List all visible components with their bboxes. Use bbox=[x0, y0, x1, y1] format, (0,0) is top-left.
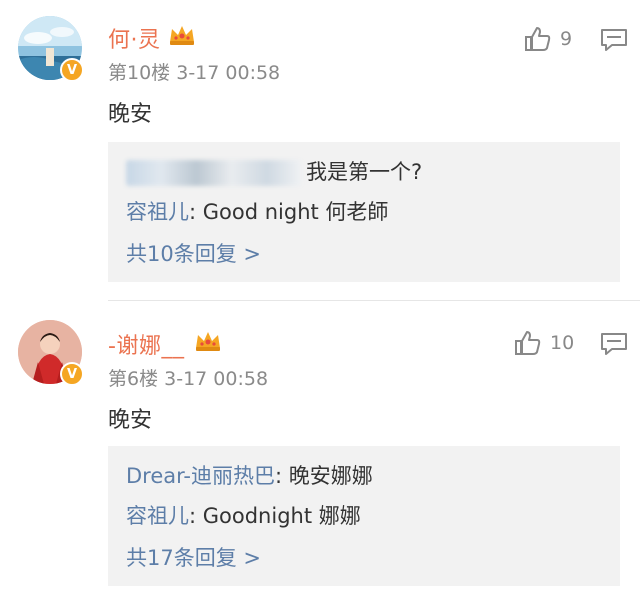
reply-box[interactable]: Drear-迪丽热巴: 晚安娜娜 容祖儿: Goodnight 娜娜 共17条回… bbox=[108, 446, 620, 586]
comment-item: V 何·灵 第10楼 3-17 00:58 9 晚安 我是第一个? 容祖儿: G… bbox=[0, 0, 640, 300]
reply-item: 我是第一个? bbox=[126, 156, 422, 186]
like-button[interactable]: 9 bbox=[524, 26, 572, 52]
comment-icon[interactable] bbox=[600, 28, 628, 52]
reply-box[interactable]: 我是第一个? 容祖儿: Good night 何老師 共10条回复 > bbox=[108, 142, 620, 282]
like-button[interactable]: 10 bbox=[514, 330, 574, 356]
timestamp: 3-17 00:58 bbox=[164, 368, 269, 390]
more-replies-link[interactable]: 共10条回复 > bbox=[126, 238, 261, 268]
like-count: 9 bbox=[560, 28, 573, 50]
reply-author[interactable]: Drear-迪丽热巴 bbox=[126, 464, 275, 488]
verified-badge-icon: V bbox=[60, 362, 84, 386]
comment-meta: 第6楼 3-17 00:58 bbox=[108, 364, 268, 391]
crown-icon bbox=[170, 26, 194, 45]
timestamp: 3-17 00:58 bbox=[176, 62, 281, 84]
comment-icon[interactable] bbox=[600, 332, 628, 356]
thumbs-up-icon bbox=[525, 27, 551, 51]
divider bbox=[108, 300, 640, 301]
avatar[interactable]: V bbox=[18, 320, 84, 386]
floor-label: 第6楼 bbox=[108, 368, 159, 390]
comment-item: V -谢娜__ 第6楼 3-17 00:58 10 晚安 Drear-迪丽热巴:… bbox=[0, 302, 640, 598]
thumbs-up-icon bbox=[515, 331, 541, 355]
verified-badge-icon: V bbox=[60, 58, 84, 82]
reply-author[interactable]: 容祖儿 bbox=[126, 200, 189, 224]
reply-item: 容祖儿: Good night 何老師 bbox=[126, 200, 389, 224]
avatar[interactable]: V bbox=[18, 16, 84, 82]
more-replies-link[interactable]: 共17条回复 > bbox=[126, 542, 261, 572]
reply-item: 容祖儿: Goodnight 娜娜 bbox=[126, 504, 361, 528]
crown-icon bbox=[196, 332, 220, 351]
username[interactable]: 何·灵 bbox=[108, 22, 161, 54]
comment-text: 晚安 bbox=[108, 408, 153, 433]
comment-meta: 第10楼 3-17 00:58 bbox=[108, 58, 280, 85]
reply-author[interactable]: 容祖儿 bbox=[126, 504, 189, 528]
like-count: 10 bbox=[550, 332, 575, 354]
reply-item: Drear-迪丽热巴: 晚安娜娜 bbox=[126, 464, 373, 488]
username[interactable]: -谢娜__ bbox=[108, 328, 184, 360]
blurred-username bbox=[126, 160, 302, 186]
comment-text: 晚安 bbox=[108, 102, 153, 127]
floor-label: 第10楼 bbox=[108, 62, 171, 84]
